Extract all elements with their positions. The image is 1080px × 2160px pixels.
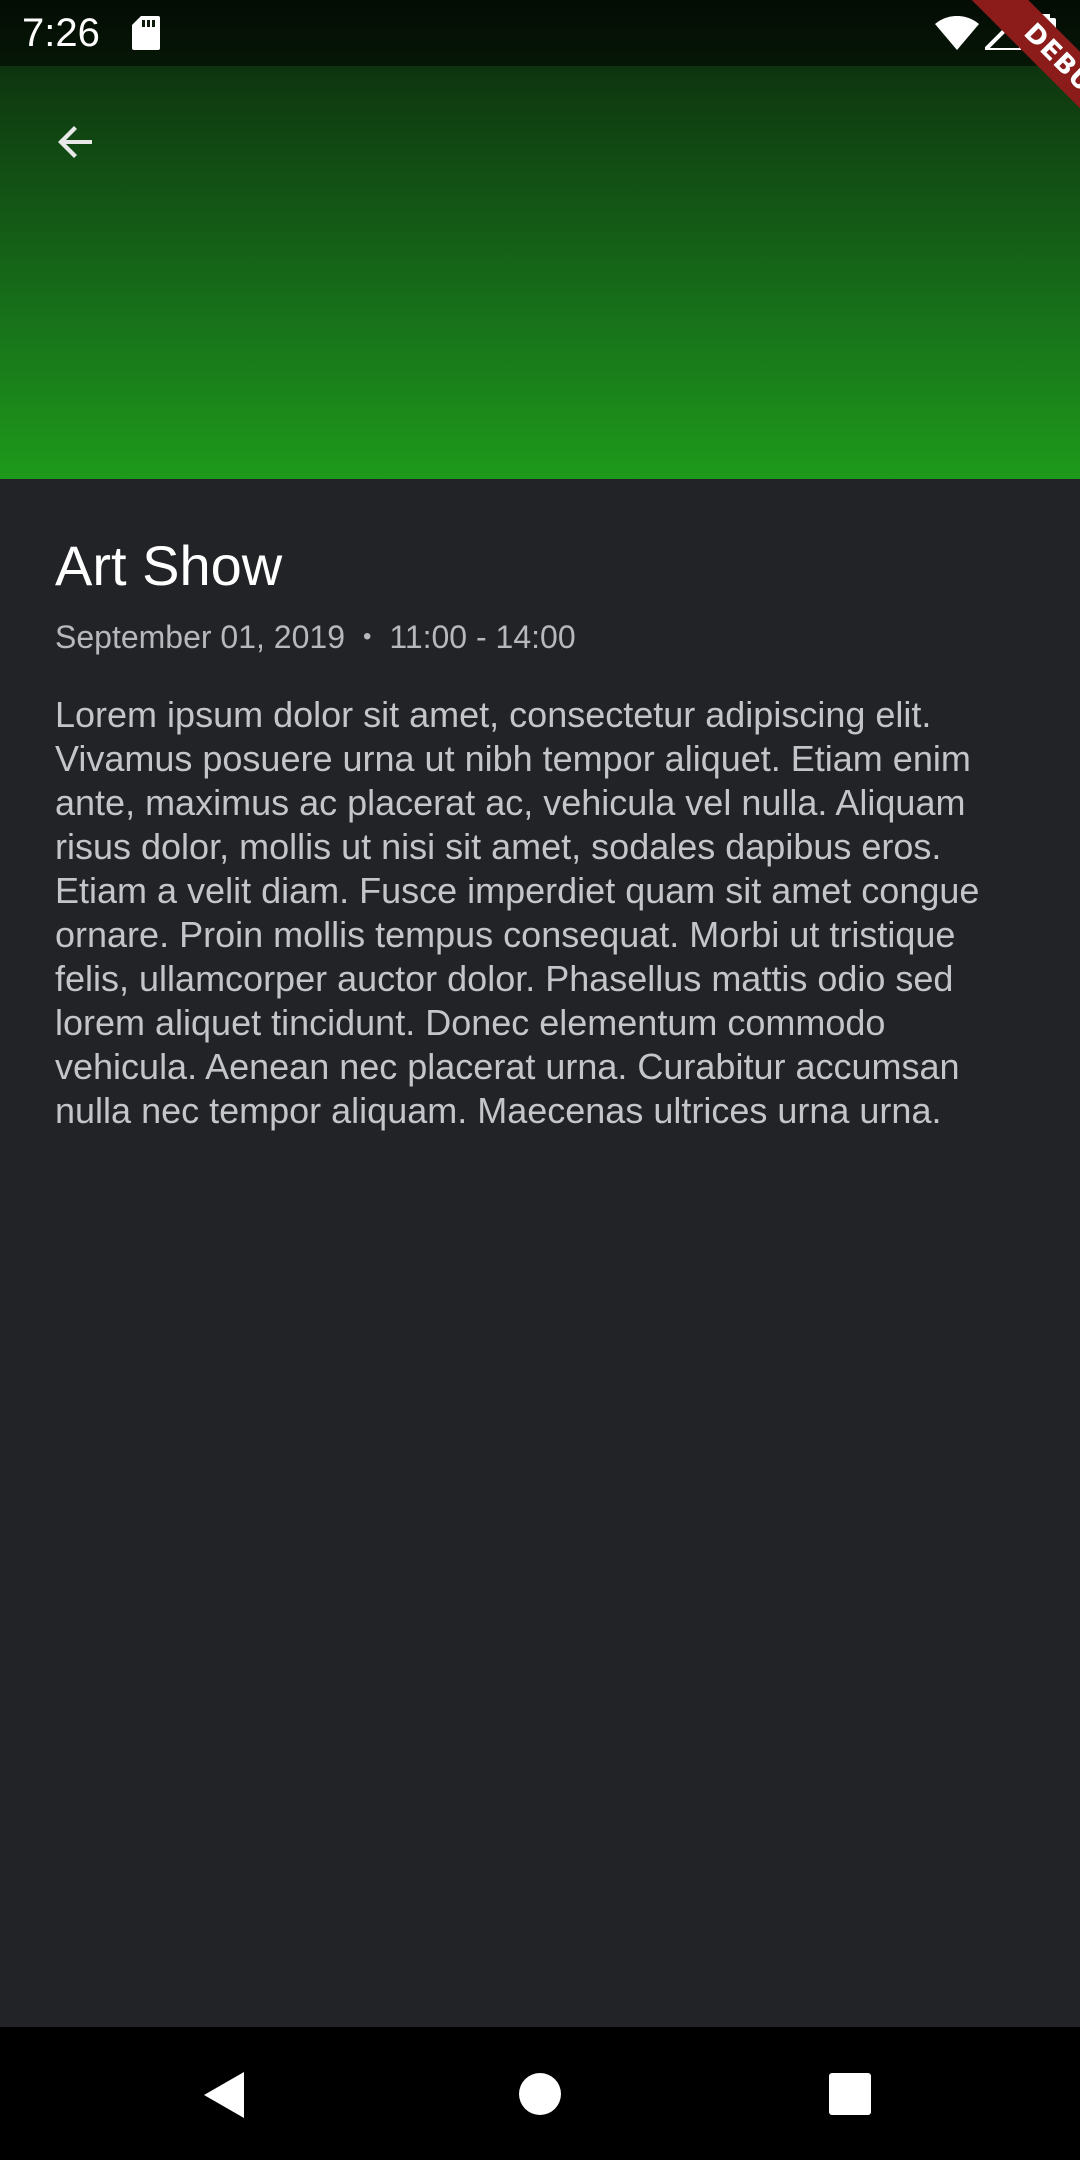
meta-separator: • (362, 623, 372, 650)
event-title: Art Show (55, 534, 283, 597)
event-date: September 01, 2019 (55, 619, 345, 655)
sd-card-icon (132, 16, 160, 50)
event-content: Art Show September 01, 2019 • 11:00 - 14… (55, 479, 1025, 1133)
event-description: Lorem ipsum dolor sit amet, consectetur … (55, 694, 980, 1131)
header-gradient (0, 0, 1080, 479)
status-time: 7:26 (22, 11, 100, 55)
nav-recents-icon[interactable] (828, 2072, 872, 2116)
wifi-icon (935, 16, 979, 50)
nav-back-icon[interactable] (200, 2070, 248, 2120)
signal-icon (985, 14, 1021, 50)
event-time-range: 11:00 - 14:00 (389, 619, 576, 655)
battery-icon (1034, 14, 1056, 52)
status-bar: 7:26 (0, 0, 1080, 66)
back-button[interactable] (40, 106, 112, 178)
nav-home-icon[interactable] (518, 2072, 562, 2116)
event-detail-screen: 7:26 DEBUG Art Show September 01, 2019 • (0, 0, 1080, 2160)
arrow-back-icon (58, 126, 92, 158)
event-meta: September 01, 2019 • 11:00 - 14:00 (55, 617, 1025, 657)
navigation-bar (0, 2027, 1080, 2160)
